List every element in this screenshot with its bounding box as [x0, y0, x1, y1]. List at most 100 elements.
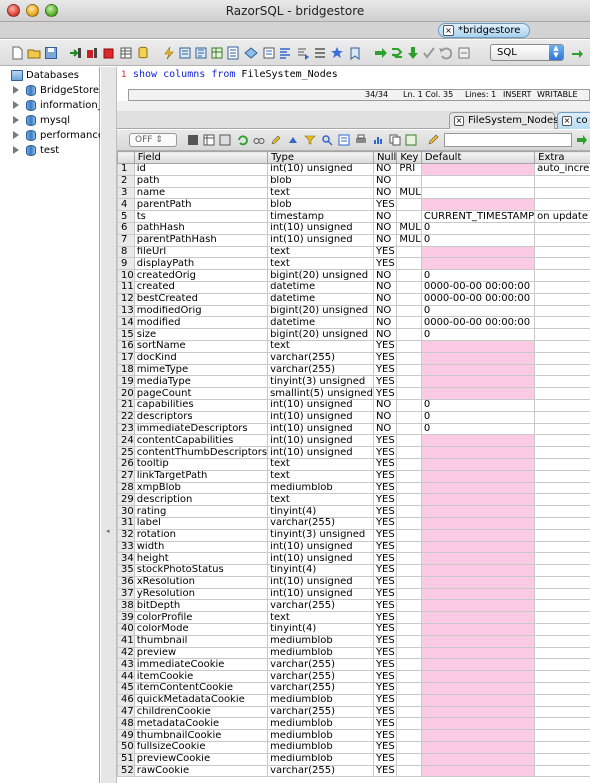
field-cell[interactable]: bitDepth: [133, 599, 269, 613]
table-row[interactable]: 13 modifiedOrig bigint(20) unsigned NO 0: [117, 304, 590, 318]
null-cell[interactable]: YES: [372, 434, 398, 448]
splitter-grip-icon[interactable]: ◂: [106, 527, 110, 535]
refresh-icon[interactable]: [237, 134, 249, 146]
arrow-down-icon[interactable]: [406, 46, 420, 60]
null-cell[interactable]: YES: [372, 670, 398, 684]
field-cell[interactable]: contentCapabilities: [133, 434, 269, 448]
field-cell[interactable]: pathHash: [133, 221, 269, 235]
key-cell[interactable]: [396, 599, 422, 613]
key-cell[interactable]: [396, 587, 422, 601]
field-cell[interactable]: colorMode: [133, 623, 269, 636]
key-cell[interactable]: [396, 575, 422, 589]
key-cell[interactable]: [396, 658, 422, 672]
table-row[interactable]: 47 childrenCookie varchar(255) YES: [117, 705, 590, 719]
refresh-icon[interactable]: [570, 46, 584, 60]
table-row[interactable]: 44 itemCookie varchar(255) YES: [117, 670, 590, 684]
format-icon[interactable]: [278, 46, 292, 60]
print-icon[interactable]: [355, 134, 367, 146]
table-row[interactable]: 51 previewCookie mediumblob YES: [117, 752, 590, 766]
disconnect-icon[interactable]: [85, 46, 99, 60]
default-cell[interactable]: CURRENT_TIMESTAMP: [420, 210, 536, 223]
default-cell[interactable]: [420, 163, 536, 176]
field-cell[interactable]: label: [133, 516, 269, 530]
field-cell[interactable]: rating: [133, 505, 269, 518]
key-cell[interactable]: [396, 752, 422, 766]
key-cell[interactable]: [396, 540, 422, 554]
field-cell[interactable]: height: [133, 552, 269, 566]
type-cell[interactable]: text: [267, 186, 374, 200]
grid-icon[interactable]: [187, 134, 199, 146]
extra-cell[interactable]: [534, 469, 590, 483]
stop-icon[interactable]: [102, 46, 116, 60]
extra-cell[interactable]: [534, 764, 590, 778]
star-icon[interactable]: [330, 46, 344, 60]
null-cell[interactable]: NO: [372, 292, 398, 306]
type-cell[interactable]: int(10) unsigned: [267, 163, 374, 176]
null-cell[interactable]: YES: [372, 729, 398, 743]
field-cell[interactable]: itemCookie: [133, 670, 269, 684]
expand-triangle-icon[interactable]: [13, 86, 19, 94]
columns-icon[interactable]: [203, 134, 215, 146]
type-cell[interactable]: varchar(255): [267, 764, 374, 778]
extra-cell[interactable]: [534, 257, 590, 271]
default-cell[interactable]: [420, 682, 536, 695]
field-cell[interactable]: stockPhotoStatus: [133, 564, 269, 577]
save-icon[interactable]: [44, 46, 58, 60]
expand-triangle-icon[interactable]: [13, 146, 19, 154]
key-cell[interactable]: [396, 505, 422, 518]
default-cell[interactable]: [420, 611, 536, 625]
key-cell[interactable]: [396, 528, 422, 542]
type-cell[interactable]: mediumblob: [267, 717, 374, 731]
type-cell[interactable]: smallint(5) unsigned: [267, 387, 374, 400]
null-cell[interactable]: YES: [372, 646, 398, 660]
null-cell[interactable]: NO: [372, 304, 398, 318]
null-cell[interactable]: YES: [372, 587, 398, 601]
key-cell[interactable]: [396, 339, 422, 353]
key-cell[interactable]: [396, 174, 422, 188]
extra-cell[interactable]: [534, 670, 590, 684]
default-cell[interactable]: 0000-00-00 00:00:00: [420, 316, 536, 330]
null-cell[interactable]: YES: [372, 599, 398, 613]
field-cell[interactable]: created: [133, 280, 269, 294]
filter-input[interactable]: [444, 133, 572, 147]
key-cell[interactable]: [396, 670, 422, 684]
field-cell[interactable]: immediateCookie: [133, 658, 269, 672]
null-cell[interactable]: NO: [372, 398, 398, 412]
edit-table-icon[interactable]: [210, 46, 224, 60]
field-cell[interactable]: pageCount: [133, 387, 269, 400]
null-cell[interactable]: NO: [372, 174, 398, 188]
null-cell[interactable]: YES: [372, 245, 398, 259]
extra-cell[interactable]: [534, 198, 590, 212]
field-cell[interactable]: linkTargetPath: [133, 469, 269, 483]
sql-editor[interactable]: 1 show columns from FileSystem_Nodes: [117, 67, 590, 89]
default-cell[interactable]: [420, 634, 536, 648]
table-row[interactable]: 37 yResolution int(10) unsigned YES: [117, 587, 590, 601]
key-cell[interactable]: [396, 516, 422, 530]
type-cell[interactable]: varchar(255): [267, 351, 374, 365]
null-cell[interactable]: NO: [372, 422, 398, 436]
table-row[interactable]: 23 immediateDescriptors int(10) unsigned NO…: [117, 422, 590, 436]
type-cell[interactable]: text: [267, 245, 374, 259]
table-row[interactable]: 20 pageCount smallint(5) unsigned YES: [117, 387, 590, 400]
null-cell[interactable]: NO: [372, 280, 398, 294]
key-cell[interactable]: [396, 434, 422, 448]
field-cell[interactable]: name: [133, 186, 269, 200]
field-cell[interactable]: fullsizeCookie: [133, 741, 269, 754]
table-row[interactable]: 36 xResolution int(10) unsigned YES: [117, 575, 590, 589]
null-cell[interactable]: YES: [372, 351, 398, 365]
type-cell[interactable]: datetime: [267, 292, 374, 306]
default-cell[interactable]: [420, 587, 536, 601]
extra-cell[interactable]: auto_increment: [534, 163, 590, 176]
check-icon[interactable]: [422, 46, 436, 60]
extra-cell[interactable]: [534, 304, 590, 318]
key-cell[interactable]: [396, 764, 422, 778]
type-cell[interactable]: mediumblob: [267, 646, 374, 660]
table-row[interactable]: 52 rawCookie varchar(255) YES: [117, 764, 590, 778]
filter-icon[interactable]: [304, 134, 316, 146]
default-cell[interactable]: 0: [420, 269, 536, 282]
default-cell[interactable]: [420, 646, 536, 660]
pencil-icon[interactable]: [427, 134, 439, 146]
extra-cell[interactable]: [534, 481, 590, 495]
table-row[interactable]: 11 created datetime NO 0000-00-00 00:00:00: [117, 280, 590, 294]
extra-cell[interactable]: [534, 174, 590, 188]
